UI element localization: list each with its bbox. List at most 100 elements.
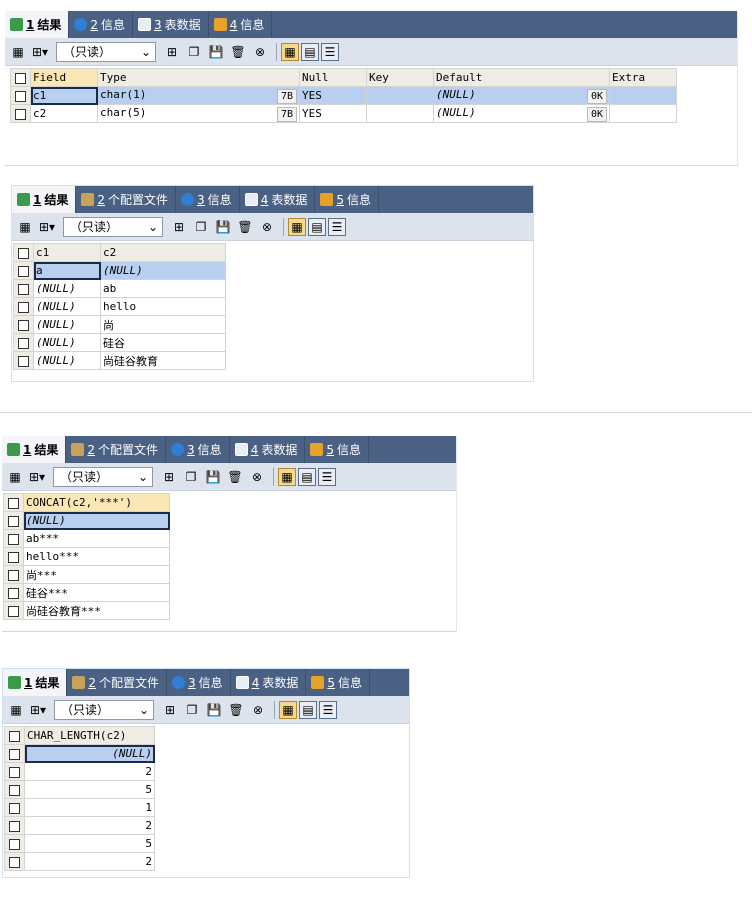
table-row[interactable]: c1 char(1) 7B YES (NULL) 0K [10,86,677,105]
row-checkbox[interactable] [3,529,24,548]
save-icon[interactable]: 💾 [203,467,223,487]
column-header[interactable]: Type [97,68,300,87]
column-header[interactable]: CHAR_LENGTH(c2) [24,726,155,745]
readonly-dropdown[interactable]: （只读） ⌄ [54,699,154,720]
table-row[interactable]: 5 [4,834,155,853]
table-row[interactable]: a (NULL) [13,261,226,280]
table-cell[interactable] [609,86,677,105]
table-row[interactable]: 2 [4,762,155,781]
row-checkbox[interactable] [3,583,24,602]
tab-profile[interactable]: 2 个配置文件 [66,436,167,463]
table-row[interactable]: (NULL) ab [13,279,226,298]
row-checkbox[interactable] [3,547,24,566]
tab-profile[interactable]: 2 个配置文件 [67,669,168,696]
table-row[interactable]: 1 [4,798,155,817]
row-checkbox[interactable] [3,511,24,530]
row-checkbox[interactable] [4,834,25,853]
delete-icon[interactable]: 🗑 [226,700,246,720]
tab-result[interactable]: 1 结果 [12,186,77,213]
form-view-icon[interactable]: ▤ [299,700,317,719]
table-row[interactable]: (NULL) [3,511,170,530]
table-row[interactable]: 5 [4,780,155,799]
table-cell[interactable]: (NULL) [33,351,101,370]
table-cell[interactable]: (NULL) [33,333,101,352]
insert-icon[interactable]: ⊞ [159,467,179,487]
tab-result[interactable]: 1 结果 [2,436,67,463]
table-cell[interactable]: (NULL) [33,315,101,334]
tab-table-data[interactable]: 4 表数据 [240,186,316,213]
column-header[interactable]: Default [433,68,610,87]
table-cell[interactable]: 尚硅谷教育 [100,351,226,370]
save-icon[interactable]: 💾 [206,42,226,62]
table-cell[interactable]: 硅谷*** [23,583,170,602]
row-checkbox[interactable] [13,315,34,334]
table-cell[interactable]: YES [299,104,367,123]
table-cell[interactable]: 5 [24,780,155,799]
table-cell[interactable]: 2 [24,762,155,781]
column-header[interactable]: CONCAT(c2,'***') [23,493,170,512]
table-cell[interactable]: hello*** [23,547,170,566]
tab-table-data[interactable]: 3 表数据 [133,11,209,38]
table-cell[interactable]: ab*** [23,529,170,548]
insert-icon[interactable]: ⊞ [162,42,182,62]
table-cell[interactable]: (NULL) [33,279,101,298]
export-icon[interactable]: ⊞▾ [30,42,50,62]
table-cell[interactable]: 2 [24,852,155,871]
cancel-icon[interactable]: ⊗ [248,700,268,720]
add-row-icon[interactable]: ▦ [15,217,35,237]
row-checkbox[interactable] [13,351,34,370]
row-checkbox[interactable] [3,601,24,620]
table-row[interactable]: 2 [4,816,155,835]
column-header[interactable]: Null [299,68,367,87]
table-cell[interactable]: (NULL) 0K [433,104,610,123]
table-row[interactable]: (NULL) 尚 [13,315,226,334]
row-checkbox[interactable] [13,297,34,316]
table-cell[interactable]: 2 [24,816,155,835]
select-all-checkbox[interactable] [4,726,25,745]
duplicate-icon[interactable]: ❐ [182,700,202,720]
table-cell[interactable]: a [33,261,101,280]
cancel-icon[interactable]: ⊗ [257,217,277,237]
grid-view-icon[interactable]: ▦ [281,42,299,61]
row-checkbox[interactable] [4,762,25,781]
select-all-checkbox[interactable] [10,68,31,87]
text-view-icon[interactable]: ☰ [321,42,339,61]
table-cell[interactable]: 尚硅谷教育*** [23,601,170,620]
row-checkbox[interactable] [13,261,34,280]
tab-profile[interactable]: 2 个配置文件 [76,186,177,213]
tab-history-info[interactable]: 5 信息 [305,436,369,463]
row-checkbox[interactable] [4,744,25,763]
column-header[interactable]: Key [366,68,434,87]
row-checkbox[interactable] [10,86,31,105]
table-row[interactable]: (NULL) hello [13,297,226,316]
table-cell[interactable]: (NULL) [24,744,155,763]
add-row-icon[interactable]: ▦ [5,467,25,487]
delete-icon[interactable]: 🗑 [235,217,255,237]
tab-info[interactable]: 3 信息 [166,436,230,463]
table-cell[interactable]: (NULL) [100,261,226,280]
table-row[interactable]: 尚*** [3,565,170,584]
table-cell[interactable]: char(5) 7B [97,104,300,123]
grid-view-icon[interactable]: ▦ [288,217,306,236]
select-all-checkbox[interactable] [13,243,34,262]
add-row-icon[interactable]: ▦ [8,42,28,62]
form-view-icon[interactable]: ▤ [308,217,326,236]
row-checkbox[interactable] [4,852,25,871]
table-cell[interactable]: c1 [30,86,98,105]
duplicate-icon[interactable]: ❐ [181,467,201,487]
table-cell[interactable] [609,104,677,123]
table-row[interactable]: 2 [4,852,155,871]
grid-view-icon[interactable]: ▦ [279,700,297,719]
tab-history-info[interactable]: 4 信息 [209,11,273,38]
tab-history-info[interactable]: 5 信息 [306,669,370,696]
export-icon[interactable]: ⊞▾ [37,217,57,237]
row-checkbox[interactable] [4,780,25,799]
row-checkbox[interactable] [4,798,25,817]
insert-icon[interactable]: ⊞ [169,217,189,237]
column-header[interactable]: c2 [100,243,226,262]
duplicate-icon[interactable]: ❐ [191,217,211,237]
table-row[interactable]: c2 char(5) 7B YES (NULL) 0K [10,104,677,123]
table-cell[interactable]: 硅谷 [100,333,226,352]
table-cell[interactable]: ab [100,279,226,298]
table-row[interactable]: 硅谷*** [3,583,170,602]
